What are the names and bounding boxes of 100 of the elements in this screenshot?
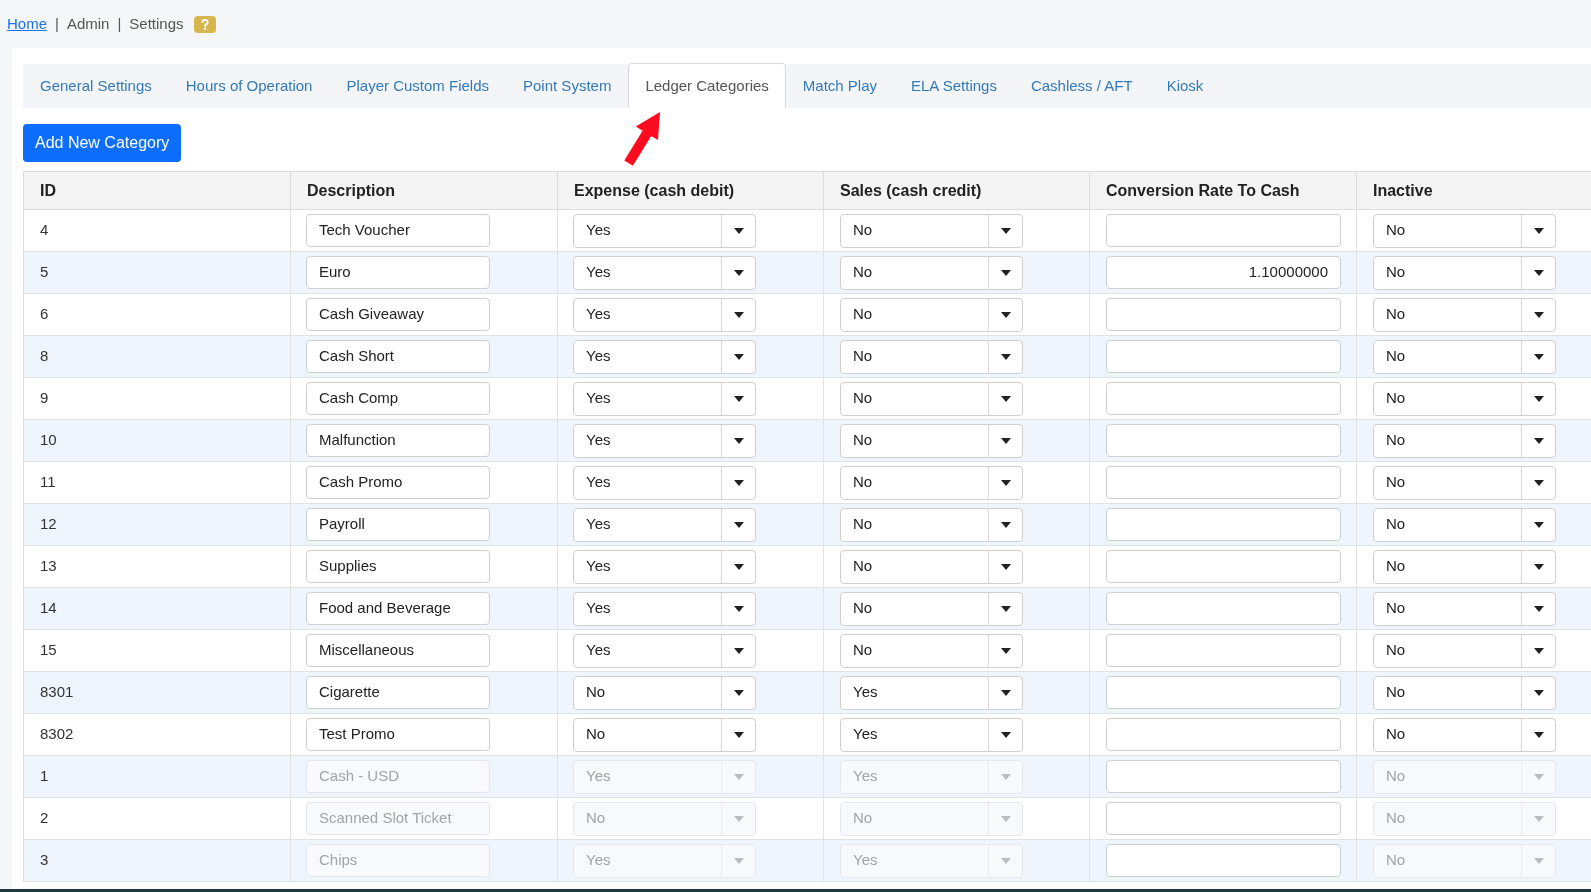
dropdown[interactable]: No [840,213,1023,248]
description-field[interactable]: Euro [306,256,490,289]
conversion-rate-field[interactable] [1106,298,1341,331]
dropdown[interactable]: No [1373,297,1556,332]
row-id: 1 [40,767,49,785]
dropdown[interactable]: No [840,255,1023,290]
dropdown[interactable]: Yes [573,507,756,542]
dropdown[interactable]: No [1373,339,1556,374]
conversion-rate-field[interactable]: 1.10000000 [1106,256,1341,289]
dropdown[interactable]: No [573,717,756,752]
dropdown[interactable]: No [840,507,1023,542]
tab[interactable]: Match Play [785,64,894,108]
row-id: 13 [40,557,57,575]
row-id: 4 [40,221,49,239]
add-category-button[interactable]: Add New Category [23,124,182,162]
dropdown[interactable]: No [1373,255,1556,290]
dropdown[interactable]: No [1373,549,1556,584]
dropdown[interactable]: No [840,339,1023,374]
tab[interactable]: Point System [506,64,629,108]
row-id: 8302 [40,725,74,743]
caret-icon [733,437,744,444]
conversion-rate-field[interactable] [1106,214,1341,247]
description-field[interactable]: Payroll [306,508,490,541]
dropdown[interactable]: No [1373,507,1556,542]
conversion-rate-field[interactable] [1106,424,1341,457]
conversion-rate-field[interactable] [1106,718,1341,751]
dropdown[interactable]: No [840,633,1023,668]
dropdown[interactable]: Yes [840,717,1023,752]
dropdown[interactable]: No [840,591,1023,626]
dropdown[interactable]: No [1373,633,1556,668]
conversion-rate-field[interactable] [1106,844,1341,877]
column-header: Inactive [1356,171,1591,210]
caret-icon [1000,857,1011,864]
breadcrumb-separator: | [55,13,59,34]
dropdown[interactable]: No [573,675,756,710]
tab[interactable]: Hours of Operation [168,64,330,108]
conversion-rate-field[interactable] [1106,676,1341,709]
conversion-rate-field[interactable] [1106,760,1341,793]
tab[interactable]: Ledger Categories [628,63,786,108]
description-field[interactable]: Tech Voucher [306,214,490,247]
dropdown[interactable]: Yes [573,297,756,332]
column-header: ID [23,171,291,210]
tab[interactable]: Player Custom Fields [329,64,506,108]
dropdown[interactable]: No [1373,465,1556,500]
conversion-rate-field[interactable] [1106,802,1341,835]
dropdown[interactable]: No [1373,381,1556,416]
dropdown[interactable]: Yes [573,255,756,290]
description-field[interactable]: Test Promo [306,718,490,751]
help-icon[interactable] [193,15,216,33]
tab[interactable]: Kiosk [1149,64,1221,108]
description-field[interactable]: Cash Comp [306,382,490,415]
dropdown[interactable]: No [1373,675,1556,710]
breadcrumb-item: Settings [129,13,184,34]
column-header: Description [290,171,558,210]
description-field[interactable]: Cigarette [306,676,490,709]
dropdown[interactable]: Yes [573,423,756,458]
dropdown[interactable]: No [840,297,1023,332]
tab[interactable]: General Settings [23,64,169,108]
dropdown[interactable]: No [840,381,1023,416]
conversion-rate-field[interactable] [1106,466,1341,499]
caret-icon [1533,227,1544,234]
description-field[interactable]: Miscellaneous [306,634,490,667]
caret-icon [1000,563,1011,570]
caret-icon [733,479,744,486]
conversion-rate-field[interactable] [1106,592,1341,625]
description-field[interactable]: Cash Giveaway [306,298,490,331]
description-field[interactable]: Malfunction [306,424,490,457]
description-field[interactable]: Cash Promo [306,466,490,499]
conversion-rate-field[interactable] [1106,634,1341,667]
dropdown[interactable]: No [1373,213,1556,248]
dropdown[interactable]: Yes [573,381,756,416]
tab[interactable]: ELA Settings [894,64,1014,108]
caret-icon [1000,395,1011,402]
dropdown[interactable]: No [840,549,1023,584]
row-id: 12 [40,515,57,533]
description-field[interactable]: Food and Beverage [306,592,490,625]
breadcrumb-link[interactable]: Home [7,12,47,36]
dropdown[interactable]: Yes [573,549,756,584]
dropdown[interactable]: Yes [573,339,756,374]
conversion-rate-field[interactable] [1106,508,1341,541]
conversion-rate-field[interactable] [1106,340,1341,373]
dropdown[interactable]: Yes [573,633,756,668]
row-id: 9 [40,389,49,407]
dropdown[interactable]: Yes [573,465,756,500]
tab[interactable]: Cashless / AFT [1013,64,1150,108]
conversion-rate-field[interactable] [1106,550,1341,583]
description-field[interactable]: Supplies [306,550,490,583]
caret-icon [1533,437,1544,444]
dropdown[interactable]: Yes [573,591,756,626]
dropdown[interactable]: No [840,423,1023,458]
dropdown[interactable]: Yes [840,675,1023,710]
dropdown[interactable]: No [1373,591,1556,626]
caret-icon [1000,479,1011,486]
dropdown[interactable]: No [1373,423,1556,458]
dropdown[interactable]: No [1373,717,1556,752]
description-field[interactable]: Cash Short [306,340,490,373]
dropdown[interactable]: No [840,465,1023,500]
dropdown[interactable]: Yes [573,213,756,248]
conversion-rate-field[interactable] [1106,382,1341,415]
caret-icon [1533,395,1544,402]
